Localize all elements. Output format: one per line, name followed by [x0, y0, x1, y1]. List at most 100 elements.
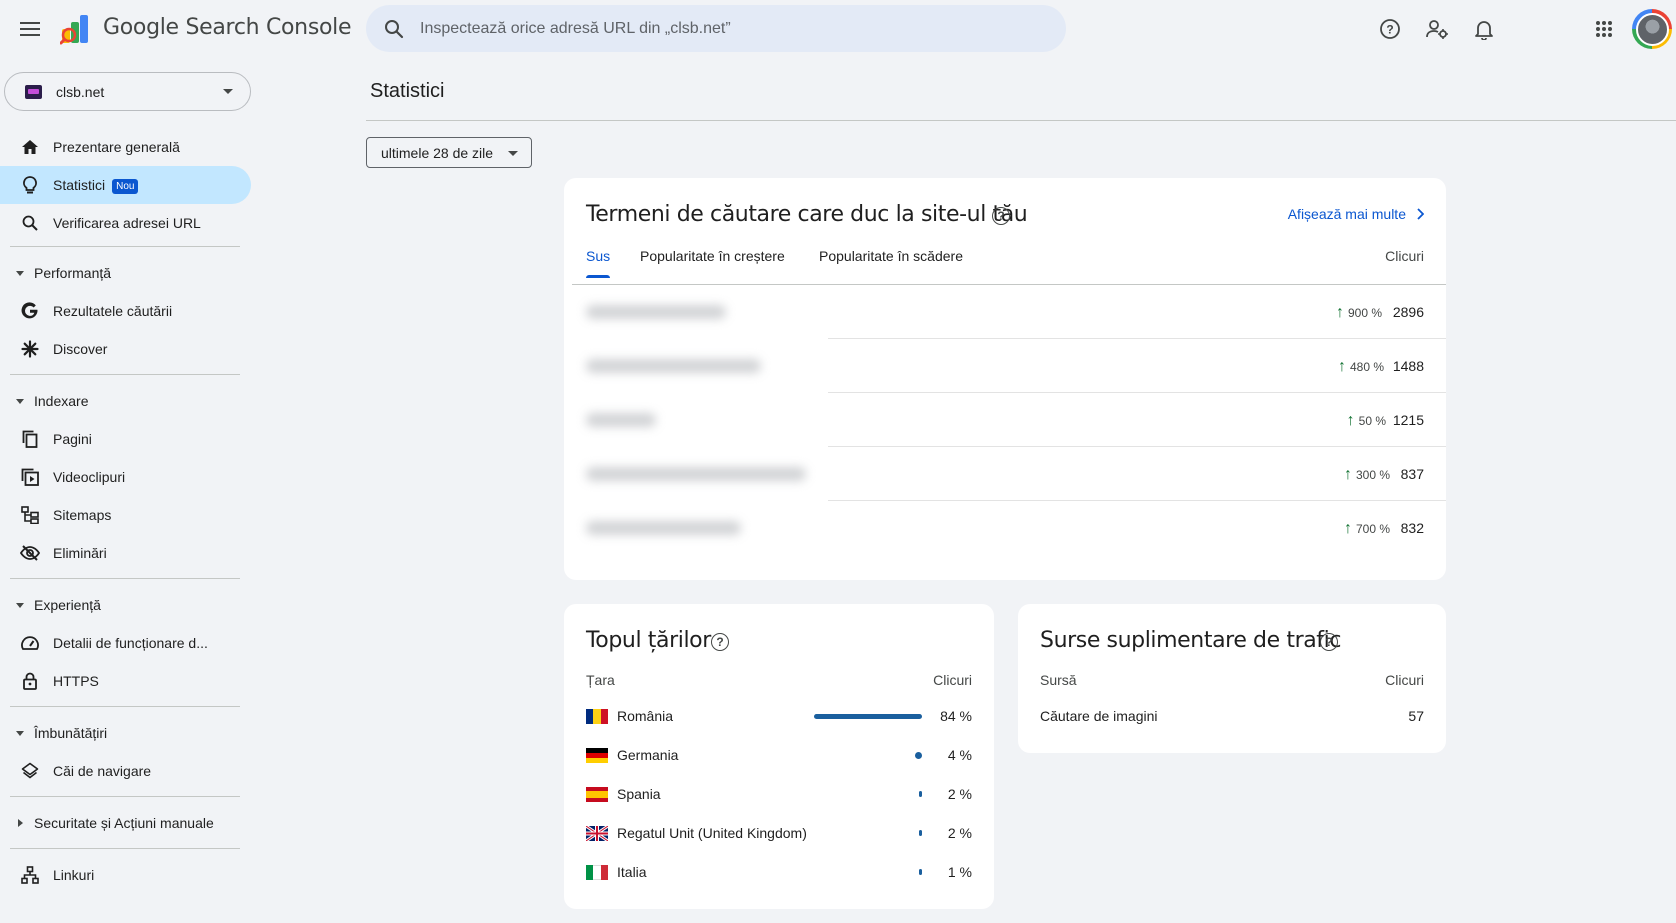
caret-down-icon — [16, 270, 24, 276]
query-row[interactable]: ↑ 50 % 1215 — [564, 393, 1446, 447]
date-range-label: ultimele 28 de zile — [381, 144, 494, 161]
help-icon[interactable]: ? — [992, 207, 1010, 225]
arrow-up-icon: ↑ — [1343, 466, 1352, 483]
share-percent: 1 % — [947, 864, 972, 880]
url-inspect-input[interactable] — [420, 19, 1020, 38]
country-row-italy[interactable]: Italia 1 % — [564, 853, 994, 891]
search-terms-card: Termeni de căutare care duc la site-ul t… — [564, 178, 1446, 580]
eye-off-icon — [20, 543, 40, 563]
top-app-bar: Google Search Console ? — [0, 0, 1676, 58]
spain-flag-icon — [586, 787, 608, 802]
links-icon — [20, 865, 40, 885]
search-terms-tabs: Sus Popularitate în creștere Popularitat… — [564, 238, 1446, 278]
show-more-label: Afișează mai multe — [1287, 206, 1406, 222]
blurred-query-text — [586, 305, 726, 319]
country-name: Spania — [617, 786, 661, 802]
section-label: Experiență — [34, 597, 101, 613]
title-divider — [366, 120, 1676, 121]
sidebar-item-search-results[interactable]: Rezultatele căutării — [0, 292, 251, 330]
traffic-sources-card: Surse suplimentare de trafic ? Sursă Cli… — [1018, 604, 1446, 753]
account-avatar[interactable] — [1632, 9, 1672, 49]
source-column-header: Sursă — [1040, 672, 1077, 688]
query-row[interactable]: ↑ 700 % 832 — [564, 501, 1446, 555]
show-more-link[interactable]: Afișează mai multe — [1288, 206, 1424, 222]
chevron-down-icon — [223, 89, 233, 94]
sidebar-item-discover[interactable]: Discover — [0, 330, 251, 368]
trend-change: ↑ 50 % — [1347, 412, 1386, 430]
sidebar-item-sitemaps[interactable]: Sitemaps — [0, 496, 251, 534]
property-favicon-icon — [25, 84, 42, 99]
share-bar — [919, 791, 922, 797]
sidebar-divider — [10, 374, 240, 375]
sidebar-item-label: Prezentare generală — [53, 139, 180, 155]
tab-falling[interactable]: Popularitate în scădere — [819, 248, 963, 264]
sidebar-item-pages[interactable]: Pagini — [0, 420, 251, 458]
share-percent: 2 % — [947, 825, 972, 841]
sidebar-item-label: Pagini — [53, 431, 92, 447]
section-enhancements[interactable]: Îmbunătățiri — [0, 714, 251, 752]
help-icon[interactable]: ? — [1375, 14, 1405, 44]
blurred-query-text — [586, 467, 806, 481]
query-row[interactable]: ↑ 300 % 837 — [564, 447, 1446, 501]
date-range-dropdown[interactable]: ultimele 28 de zile — [366, 137, 532, 168]
traffic-source-row[interactable]: Căutare de imagini 57 — [1018, 697, 1446, 735]
sidebar-item-insights[interactable]: Statistici Nou — [0, 166, 251, 204]
query-row[interactable]: ↑ 900 % 2896 — [564, 285, 1446, 339]
sidebar-item-label: Linkuri — [53, 867, 95, 883]
url-inspect-search[interactable] — [366, 5, 1066, 52]
sidebar-item-links[interactable]: Linkuri — [0, 856, 251, 894]
source-clicks: 57 — [1408, 708, 1424, 724]
section-performance[interactable]: Performanță — [0, 254, 251, 292]
query-row[interactable]: ↑ 480 % 1488 — [564, 339, 1446, 393]
manage-users-icon[interactable] — [1422, 14, 1452, 44]
section-label: Performanță — [34, 265, 112, 281]
search-terms-title: Termeni de căutare care duc la site-ul t… — [586, 202, 1028, 227]
section-indexing[interactable]: Indexare — [0, 382, 251, 420]
country-name: România — [617, 708, 674, 724]
sidebar-item-page-experience[interactable]: Detalii de funcționare d... — [0, 624, 251, 662]
bell-icon[interactable] — [1469, 14, 1499, 44]
sidebar-item-url-inspection[interactable]: Verificarea adresei URL — [0, 204, 251, 242]
italy-flag-icon — [586, 865, 608, 880]
section-security[interactable]: Securitate și Acțiuni manuale — [0, 804, 251, 842]
help-icon[interactable]: ? — [1320, 633, 1338, 651]
tab-rising[interactable]: Popularitate în creștere — [640, 248, 785, 264]
active-tab-indicator — [586, 275, 610, 278]
hamburger-menu-icon[interactable] — [16, 15, 44, 43]
share-bar — [814, 714, 922, 719]
blurred-query-text — [586, 359, 761, 373]
sidebar-item-https[interactable]: HTTPS — [0, 662, 251, 700]
country-name: Germania — [617, 747, 679, 763]
sidebar-item-breadcrumbs[interactable]: Căi de navigare — [0, 752, 251, 790]
top-countries-title: Topul țărilor — [586, 628, 711, 653]
sidebar-item-label: Detalii de funcționare d... — [53, 635, 208, 651]
search-icon[interactable] — [382, 17, 406, 41]
product-name: Google Search Console — [103, 15, 352, 40]
property-selector[interactable]: clsb.net — [4, 72, 251, 111]
tab-top[interactable]: Sus — [586, 248, 610, 264]
search-icon — [20, 213, 40, 233]
search-console-logo[interactable] — [59, 13, 94, 45]
insights-label: Statistici — [53, 176, 106, 193]
country-row-uk[interactable]: Regatul Unit (United Kingdom) 2 % — [564, 814, 994, 852]
share-percent: 2 % — [947, 786, 972, 802]
sidebar-item-videos[interactable]: Videoclipuri — [0, 458, 251, 496]
share-percent: 4 % — [947, 747, 972, 763]
sidebar-item-overview[interactable]: Prezentare generală — [0, 128, 251, 166]
clicks-value: 2896 — [1392, 304, 1424, 320]
sidebar-item-removals[interactable]: Eliminări — [0, 534, 251, 572]
lightbulb-icon — [20, 175, 40, 195]
new-badge: Nou — [112, 178, 139, 194]
country-row-germany[interactable]: Germania 4 % — [564, 736, 994, 774]
country-row-romania[interactable]: România 84 % — [564, 697, 994, 735]
country-name: Italia — [617, 864, 647, 880]
clicks-column-header: Clicuri — [933, 672, 972, 688]
apps-grid-icon[interactable] — [1589, 14, 1619, 44]
change-value: 480 % — [1349, 360, 1384, 374]
help-icon[interactable]: ? — [711, 633, 729, 651]
change-value: 900 % — [1347, 306, 1382, 320]
country-row-spain[interactable]: Spania 2 % — [564, 775, 994, 813]
layers-icon — [20, 761, 40, 781]
section-experience[interactable]: Experiență — [0, 586, 251, 624]
sidebar-item-label: HTTPS — [53, 673, 99, 689]
